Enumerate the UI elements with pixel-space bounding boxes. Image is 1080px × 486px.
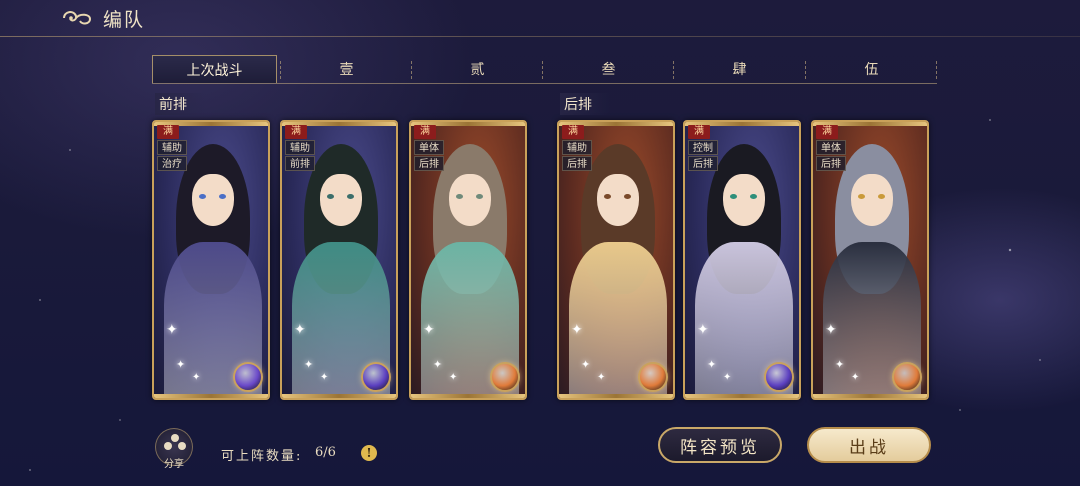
tab-team-4[interactable]: 肆 [677, 55, 802, 83]
eye [327, 194, 334, 199]
sparkle-icon: ✦ [176, 358, 186, 371]
top-bar: 编队 [0, 0, 1080, 38]
role-tag: 单体 [816, 140, 846, 155]
sparkle-icon: ✦ [825, 322, 837, 338]
max-level-badge: 满 [414, 125, 436, 139]
face [597, 174, 639, 226]
sparkle-icon: ✦ [433, 358, 443, 371]
card-frame-bottom [154, 394, 268, 398]
tab-last-battle[interactable]: 上次战斗 [152, 55, 277, 83]
character-card[interactable]: ✦ ✦ ✦ 满 单体 后排 [409, 120, 527, 400]
character-card[interactable]: ✦ ✦ ✦ 满 单体 后排 [811, 120, 929, 400]
sparkle-icon: ✦ [192, 372, 201, 383]
role-tag: 辅助 [157, 140, 187, 155]
eye [624, 194, 631, 199]
info-icon[interactable]: ! [361, 445, 377, 461]
eye [456, 194, 463, 199]
tab-separator [805, 61, 806, 79]
element-orb-icon [233, 362, 263, 392]
max-level-badge: 满 [157, 125, 179, 139]
card-frame-bottom [411, 394, 525, 398]
sparkle-icon: ✦ [166, 322, 178, 338]
position-tag: 后排 [816, 156, 846, 171]
team-tabs: 上次战斗 壹 贰 叁 肆 伍 [152, 55, 937, 85]
character-card[interactable]: ✦ ✦ ✦ 满 辅助 后排 [557, 120, 675, 400]
face [192, 174, 234, 226]
eye [730, 194, 737, 199]
sparkle-icon: ✦ [697, 322, 709, 338]
card-frame-bottom [559, 394, 673, 398]
share-label: 分享 [164, 459, 184, 470]
face [851, 174, 893, 226]
sparkle-icon: ✦ [835, 358, 845, 371]
eye [750, 194, 757, 199]
eye [878, 194, 885, 199]
role-tag: 控制 [688, 140, 718, 155]
element-orb-icon [361, 362, 391, 392]
tab-separator [673, 61, 674, 79]
tab-separator [411, 61, 412, 79]
sparkle-icon: ✦ [304, 358, 314, 371]
sparkle-icon: ✦ [707, 358, 717, 371]
sparkle-icon: ✦ [571, 322, 583, 338]
tab-team-2[interactable]: 贰 [415, 55, 540, 83]
back-icon[interactable] [60, 7, 94, 29]
sparkle-icon: ✦ [449, 372, 458, 383]
lineup-preview-button[interactable]: 阵容预览 [658, 427, 782, 463]
sparkle-icon: ✦ [597, 372, 606, 383]
tabs-baseline [152, 83, 937, 84]
back-row-label: 后排 [560, 93, 610, 115]
face [449, 174, 491, 226]
element-orb-icon [892, 362, 922, 392]
character-card[interactable]: ✦ ✦ ✦ 满 辅助 前排 [280, 120, 398, 400]
character-card[interactable]: ✦ ✦ ✦ 满 控制 后排 [683, 120, 801, 400]
front-row-label: 前排 [155, 93, 205, 115]
element-orb-icon [490, 362, 520, 392]
header-divider [0, 36, 1080, 37]
sparkle-icon: ✦ [851, 372, 860, 383]
card-frame-bottom [813, 394, 927, 398]
position-tag: 后排 [688, 156, 718, 171]
sparkle-icon: ✦ [581, 358, 591, 371]
sparkle-icon: ✦ [320, 372, 329, 383]
eye [476, 194, 483, 199]
max-level-badge: 满 [562, 125, 584, 139]
sparkle-icon: ✦ [723, 372, 732, 383]
eye [604, 194, 611, 199]
position-tag: 后排 [562, 156, 592, 171]
max-level-badge: 满 [816, 125, 838, 139]
character-card[interactable]: ✦ ✦ ✦ 满 辅助 治疗 [152, 120, 270, 400]
card-frame-bottom [685, 394, 799, 398]
deploy-count-value: 6/6 [315, 445, 336, 460]
sparkle-icon: ✦ [423, 322, 435, 338]
page-title: 编队 [103, 9, 146, 31]
card-frame-bottom [282, 394, 396, 398]
eye [858, 194, 865, 199]
eye [219, 194, 226, 199]
max-level-badge: 满 [688, 125, 710, 139]
face [320, 174, 362, 226]
start-battle-button[interactable]: 出战 [807, 427, 931, 463]
eye [347, 194, 354, 199]
position-tag: 后排 [414, 156, 444, 171]
role-tag: 辅助 [285, 140, 315, 155]
eye [199, 194, 206, 199]
sparkle-icon: ✦ [294, 322, 306, 338]
element-orb-icon [638, 362, 668, 392]
tab-team-5[interactable]: 伍 [809, 55, 934, 83]
tab-team-3[interactable]: 叁 [546, 55, 671, 83]
position-tag: 治疗 [157, 156, 187, 171]
tab-separator [936, 61, 937, 79]
role-tag: 辅助 [562, 140, 592, 155]
max-level-badge: 满 [285, 125, 307, 139]
face [723, 174, 765, 226]
deploy-count-label: 可上阵数量: [221, 449, 303, 464]
tab-separator [280, 61, 281, 79]
tab-separator [542, 61, 543, 79]
position-tag: 前排 [285, 156, 315, 171]
element-orb-icon [764, 362, 794, 392]
tab-team-1[interactable]: 壹 [284, 55, 409, 83]
role-tag: 单体 [414, 140, 444, 155]
